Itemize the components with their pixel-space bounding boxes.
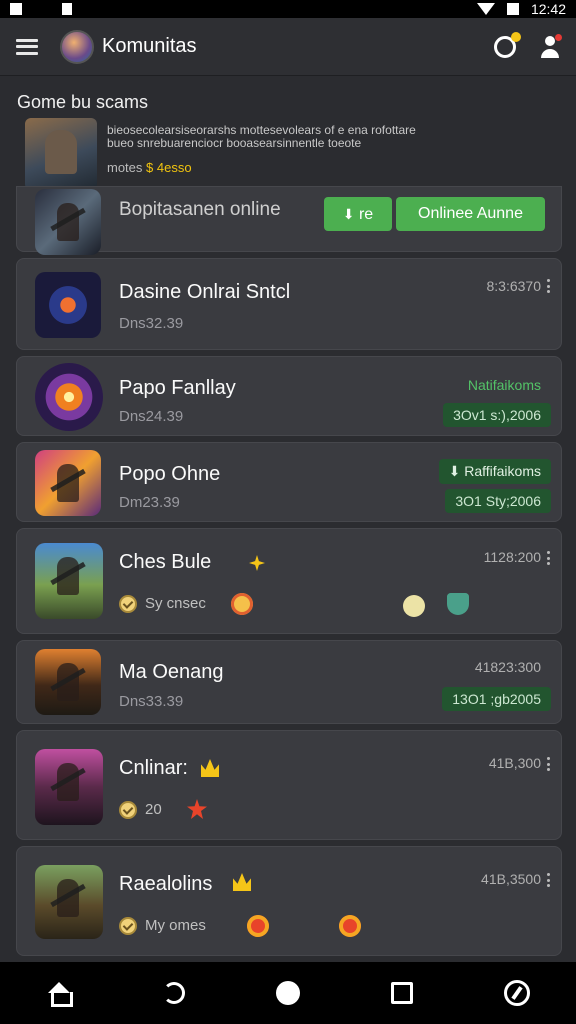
back-icon[interactable] <box>162 982 185 1004</box>
promo-text-line1: bieosecolearsiseorarshs mottesevolears o… <box>107 123 416 137</box>
check-coin-icon <box>119 595 137 613</box>
app-bar: Komunitas <box>0 18 576 76</box>
face-emoji-icon <box>231 593 253 615</box>
game-subtitle: Dns24.39 <box>119 408 184 425</box>
game-list: Bopitasanen online ⬇ re Onlinee Aunne Da… <box>16 186 562 998</box>
list-item[interactable]: Ches Bule 1128:200 Sy cnsec <box>16 528 562 634</box>
navigation-bar <box>0 962 576 1024</box>
game-thumbnail <box>35 189 101 255</box>
battery-icon <box>506 3 519 15</box>
game-thumbnail <box>35 272 101 338</box>
home-icon[interactable] <box>46 982 73 1007</box>
compass-icon[interactable] <box>504 980 531 1006</box>
promo-banner[interactable]: bieosecolearsiseorarshs mottesevolears o… <box>25 118 555 190</box>
game-thumbnail <box>35 649 101 715</box>
check-coin-icon <box>119 801 137 819</box>
list-item[interactable]: Dasine Onlrai Sntcl Dns32.39 8:3:6370 <box>16 258 562 350</box>
release-badge: 13O1 ;gb2005 <box>442 687 551 711</box>
sparkle-icon <box>249 555 265 571</box>
game-title: Popo Ohne <box>119 463 221 485</box>
crown-icon <box>233 873 251 891</box>
list-item[interactable]: Popo Ohne Dm23.39 ⬇ Raffifaikoms 3O1 Sty… <box>16 442 562 522</box>
more-options-icon[interactable] <box>547 757 551 771</box>
game-subtitle: Dns32.39 <box>119 315 184 332</box>
clock-text: 12:42 <box>530 1 566 17</box>
status-bar: 12:42 <box>0 0 576 18</box>
search-icon[interactable] <box>494 31 521 58</box>
item-text: Sy cnsec <box>145 595 206 612</box>
game-thumbnail <box>35 450 101 516</box>
star-icon <box>187 799 207 819</box>
check-coin-icon <box>119 917 137 935</box>
game-thumbnail <box>35 363 103 431</box>
promo-footer: motes $ 4esso <box>107 160 416 175</box>
app-title: Komunitas <box>102 35 197 57</box>
download-button[interactable]: ⬇ re <box>324 197 392 231</box>
game-meta: 41823:300 <box>474 659 541 675</box>
game-title: Ma Oenang <box>119 661 224 683</box>
list-item[interactable]: Bopitasanen online ⬇ re Onlinee Aunne <box>16 186 562 255</box>
crown-icon <box>201 759 219 777</box>
status-badge: Natifaikoms <box>467 377 541 393</box>
recents-icon[interactable] <box>391 982 414 1004</box>
list-item[interactable]: Ma Oenang Dns33.39 41823:300 13O1 ;gb200… <box>16 640 562 724</box>
game-subtitle: Dm23.39 <box>119 494 180 511</box>
game-meta: 8:3:6370 <box>486 278 542 294</box>
game-meta: 41B,3500 <box>481 871 541 887</box>
game-title: Ches Bule <box>119 551 212 573</box>
profile-icon[interactable] <box>540 33 562 58</box>
signal-icon <box>476 3 495 15</box>
release-badge: 3Ov1 s:),2006 <box>443 403 551 427</box>
game-thumbnail <box>35 865 103 939</box>
cream-emoji-icon <box>403 595 425 617</box>
list-item[interactable]: Raealolins 41B,3500 My omes <box>16 846 562 956</box>
status-badge[interactable]: ⬇ Raffifaikoms <box>438 459 551 484</box>
bag-emoji-icon <box>447 593 469 615</box>
item-text: 20 <box>145 801 162 818</box>
more-options-icon[interactable] <box>547 551 551 565</box>
game-title: Raealolins <box>119 873 213 895</box>
home-button-icon[interactable] <box>275 981 300 1005</box>
download-icon: ⬇ <box>448 463 461 479</box>
fire-emoji-icon <box>339 915 361 937</box>
promo-footer-price: $ 4esso <box>146 160 192 175</box>
list-item[interactable]: Cnlinar: 41B,300 20 <box>16 730 562 840</box>
section-header: Gome bu scams <box>17 92 149 112</box>
game-subtitle: Dns33.39 <box>119 693 184 710</box>
menu-icon[interactable] <box>16 38 38 55</box>
sync-icon <box>62 3 72 15</box>
item-text: My omes <box>145 917 206 934</box>
promo-avatar <box>25 118 97 190</box>
app-avatar[interactable] <box>60 29 94 64</box>
promo-text-line2: bueo snrebuarenciocr booasearsinnentle t… <box>107 136 362 150</box>
game-thumbnail <box>35 543 103 619</box>
game-meta: 41B,300 <box>488 755 541 771</box>
game-title: Bopitasanen online <box>119 199 281 220</box>
promo-footer-prefix: motes <box>107 160 143 175</box>
notification-icon <box>10 3 22 15</box>
game-title: Cnlinar: <box>119 757 188 779</box>
fire-emoji-icon <box>247 915 269 937</box>
game-meta: 1128:200 <box>483 549 541 565</box>
game-thumbnail <box>35 749 103 825</box>
online-button[interactable]: Onlinee Aunne <box>396 197 545 231</box>
list-item[interactable]: Papo Fanllay Dns24.39 Natifaikoms 3Ov1 s… <box>16 356 562 436</box>
more-options-icon[interactable] <box>547 873 551 887</box>
release-badge: 3O1 Sty;2006 <box>445 489 551 513</box>
game-title: Papo Fanllay <box>119 377 236 399</box>
game-title: Dasine Onlrai Sntcl <box>119 281 291 303</box>
more-options-icon[interactable] <box>547 279 551 293</box>
